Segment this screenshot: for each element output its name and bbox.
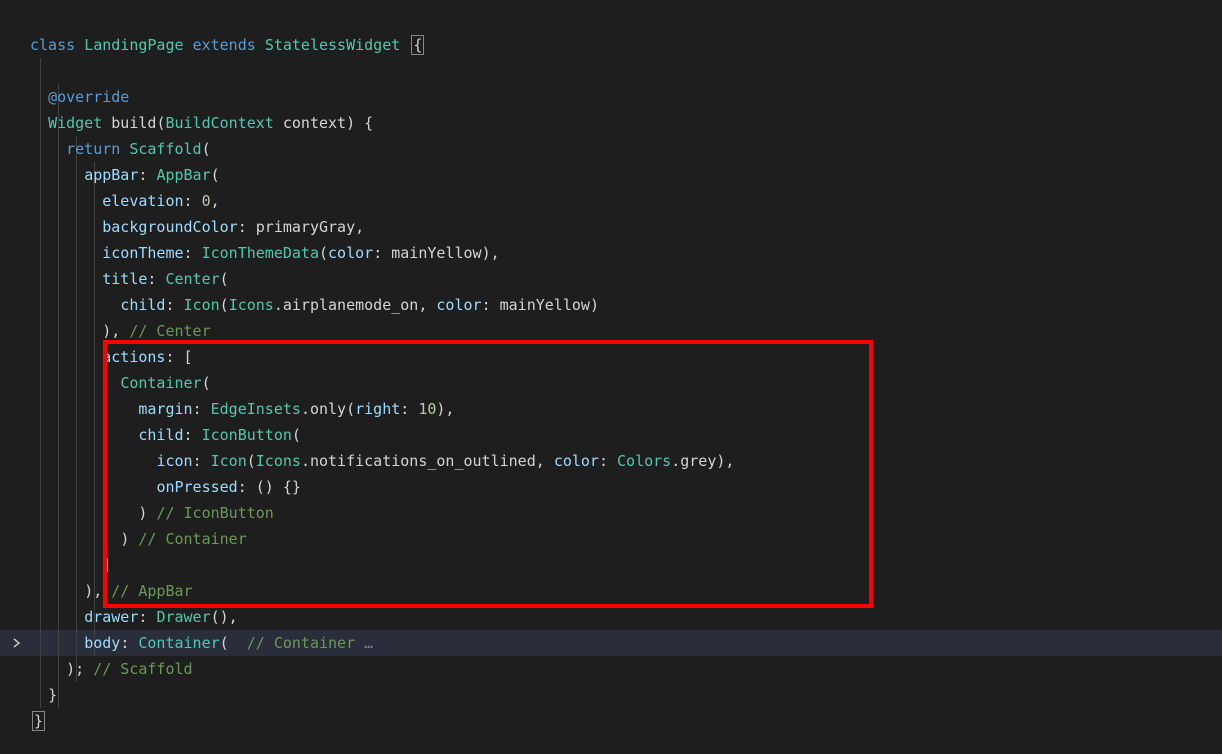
code-area[interactable]: class LandingPage extends StatelessWidge… [30, 32, 1222, 734]
cursor-bracket-close: } [32, 711, 45, 731]
gutter [0, 0, 28, 754]
code-editor[interactable]: class LandingPage extends StatelessWidge… [0, 0, 1222, 754]
source-code[interactable]: class LandingPage extends StatelessWidge… [30, 32, 1222, 734]
cursor-bracket: { [411, 35, 424, 55]
fold-chevron-icon[interactable] [10, 630, 24, 656]
